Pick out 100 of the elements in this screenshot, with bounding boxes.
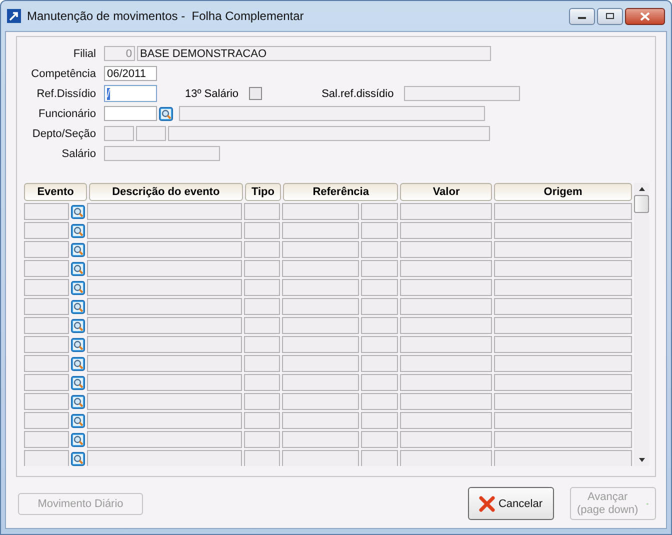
search-icon[interactable] [71,280,86,294]
table-cell[interactable] [87,450,242,466]
table-cell[interactable] [24,393,70,410]
table-cell[interactable] [244,241,280,258]
column-header[interactable]: Valor [400,183,492,201]
table-cell[interactable] [400,336,492,353]
search-icon[interactable] [71,356,86,370]
table-cell[interactable] [282,279,360,296]
search-icon[interactable] [71,300,86,314]
scroll-up-icon[interactable] [638,186,646,192]
table-cell[interactable] [244,412,280,429]
table-cell[interactable] [494,260,632,277]
table-cell[interactable] [87,241,242,258]
table-cell[interactable] [494,298,632,315]
table-cell[interactable] [87,298,242,315]
table-cell[interactable] [361,260,398,277]
table-cell[interactable] [87,412,242,429]
table-cell[interactable] [400,241,492,258]
table-cell[interactable] [87,336,242,353]
table-cell[interactable] [282,450,360,466]
table-cell[interactable] [282,374,360,391]
table-cell[interactable] [494,355,632,372]
table-cell[interactable] [87,260,242,277]
search-icon[interactable] [71,452,86,466]
table-cell[interactable] [24,298,70,315]
table-cell[interactable] [244,450,280,466]
table-cell[interactable] [244,374,280,391]
search-icon[interactable] [71,338,86,352]
table-cell[interactable] [400,260,492,277]
search-icon[interactable] [71,242,86,256]
table-cell[interactable] [361,431,398,448]
input-field[interactable]: 06/2011 [104,66,157,81]
scrollbar-thumb[interactable] [634,195,649,213]
table-cell[interactable] [400,298,492,315]
search-icon[interactable] [71,432,86,446]
table-cell[interactable] [400,317,492,334]
table-cell[interactable] [494,222,632,239]
column-header[interactable]: Origem [494,183,632,201]
table-cell[interactable] [400,279,492,296]
table-cell[interactable] [361,279,398,296]
table-cell[interactable] [282,393,360,410]
table-cell[interactable] [24,317,70,334]
table-cell[interactable] [244,298,280,315]
table-cell[interactable] [282,298,360,315]
table-cell[interactable] [87,222,242,239]
table-cell[interactable] [400,412,492,429]
table-cell[interactable] [244,279,280,296]
maximize-button[interactable] [597,8,623,24]
search-icon[interactable] [71,318,86,332]
table-cell[interactable] [494,412,632,429]
input-field[interactable] [104,106,157,121]
cancel-button[interactable]: Cancelar [468,487,554,520]
table-cell[interactable] [494,450,632,466]
checkbox[interactable] [248,87,262,100]
table-cell[interactable] [24,450,70,466]
table-cell[interactable] [494,279,632,296]
column-header[interactable]: Referência [283,183,398,201]
table-cell[interactable] [400,450,492,466]
table-cell[interactable] [282,412,360,429]
table-cell[interactable] [24,241,70,258]
table-cell[interactable] [400,222,492,239]
table-cell[interactable] [24,355,70,372]
search-icon[interactable] [71,224,86,238]
column-header[interactable]: Evento [24,183,88,201]
scrollbar[interactable] [634,183,649,466]
search-icon[interactable] [71,204,86,218]
table-cell[interactable] [282,260,360,277]
search-icon[interactable] [71,394,86,408]
table-cell[interactable] [244,260,280,277]
table-cell[interactable] [494,241,632,258]
table-cell[interactable] [24,336,70,353]
table-cell[interactable] [87,431,242,448]
table-cell[interactable] [494,317,632,334]
minimize-button[interactable] [569,8,595,24]
table-cell[interactable] [87,317,242,334]
table-cell[interactable] [282,431,360,448]
table-cell[interactable] [244,431,280,448]
table-cell[interactable] [244,336,280,353]
table-cell[interactable] [361,450,398,466]
table-cell[interactable] [24,222,70,239]
table-cell[interactable] [494,336,632,353]
table-cell[interactable] [24,412,70,429]
table-cell[interactable] [282,241,360,258]
table-cell[interactable] [361,336,398,353]
table-cell[interactable] [400,393,492,410]
search-icon[interactable] [159,106,173,120]
table-cell[interactable] [361,374,398,391]
table-cell[interactable] [282,355,360,372]
table-cell[interactable] [400,203,492,220]
table-cell[interactable] [361,393,398,410]
table-cell[interactable] [24,374,70,391]
table-cell[interactable] [361,222,398,239]
table-cell[interactable] [87,279,242,296]
table-cell[interactable] [87,393,242,410]
table-cell[interactable] [282,336,360,353]
search-icon[interactable] [71,262,86,276]
table-cell[interactable] [400,355,492,372]
table-cell[interactable] [494,203,632,220]
table-cell[interactable] [244,203,280,220]
column-header[interactable]: Descrição do evento [89,183,243,201]
